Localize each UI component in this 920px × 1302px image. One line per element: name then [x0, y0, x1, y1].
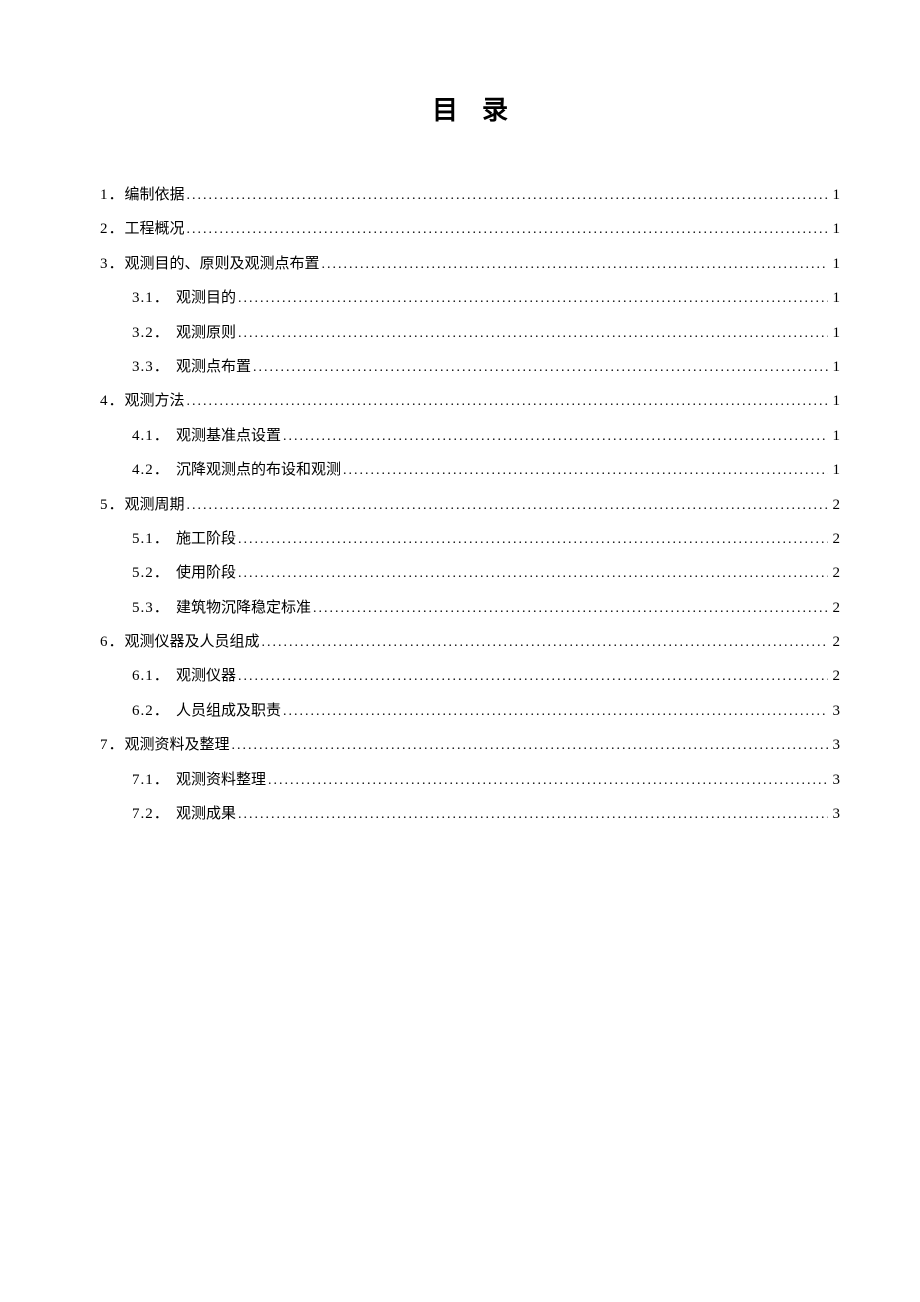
toc-row: 3． 观测目的、原则及观测点布置 1	[100, 252, 840, 276]
toc-row: 3.2． 观测原则 1	[100, 321, 840, 345]
toc-dots	[238, 527, 828, 551]
page-title: 目录	[100, 90, 840, 127]
toc-number: 7.1．	[132, 768, 176, 792]
toc-number: 5.1．	[132, 527, 176, 551]
toc-label: 观测目的	[176, 286, 236, 310]
toc-dots	[238, 664, 828, 688]
toc-page: 2	[830, 561, 840, 585]
toc-row: 5.2． 使用阶段 2	[100, 561, 840, 585]
toc-page: 2	[830, 664, 840, 688]
toc-row: 5.3． 建筑物沉降稳定标准 2	[100, 596, 840, 620]
toc-dots	[187, 183, 828, 207]
toc-label: 建筑物沉降稳定标准	[176, 596, 311, 620]
toc-page: 1	[830, 424, 840, 448]
toc-dots	[253, 355, 828, 379]
table-of-contents: 1． 编制依据 1 2． 工程概况 1 3． 观测目的、原则及观测点布置 1 3…	[100, 183, 840, 826]
toc-number: 3.3．	[132, 355, 176, 379]
toc-row: 4． 观测方法 1	[100, 389, 840, 413]
toc-number: 7．	[100, 733, 125, 757]
toc-label: 使用阶段	[176, 561, 236, 585]
toc-label: 观测目的、原则及观测点布置	[125, 252, 320, 276]
toc-dots	[187, 493, 828, 517]
toc-label: 施工阶段	[176, 527, 236, 551]
toc-page: 3	[830, 768, 840, 792]
toc-label: 观测资料整理	[176, 768, 266, 792]
toc-label: 工程概况	[125, 217, 185, 241]
toc-dots	[283, 424, 828, 448]
toc-row: 5． 观测周期 2	[100, 493, 840, 517]
toc-dots	[238, 286, 828, 310]
toc-label: 观测资料及整理	[125, 733, 230, 757]
toc-dots	[187, 389, 828, 413]
toc-label: 人员组成及职责	[176, 699, 281, 723]
toc-dots	[322, 252, 828, 276]
toc-label: 观测点布置	[176, 355, 251, 379]
toc-row: 5.1． 施工阶段 2	[100, 527, 840, 551]
toc-label: 编制依据	[125, 183, 185, 207]
toc-label: 观测方法	[125, 389, 185, 413]
toc-number: 4．	[100, 389, 125, 413]
toc-row: 6． 观测仪器及人员组成 2	[100, 630, 840, 654]
toc-dots	[238, 561, 828, 585]
toc-dots	[232, 733, 828, 757]
toc-number: 5.3．	[132, 596, 176, 620]
toc-row: 7.2． 观测成果 3	[100, 802, 840, 826]
toc-page: 1	[830, 389, 840, 413]
toc-number: 5.2．	[132, 561, 176, 585]
toc-number: 6.2．	[132, 699, 176, 723]
toc-label: 观测仪器及人员组成	[125, 630, 260, 654]
toc-page: 1	[830, 217, 840, 241]
toc-page: 2	[830, 596, 840, 620]
toc-page: 2	[830, 630, 840, 654]
toc-row: 1． 编制依据 1	[100, 183, 840, 207]
toc-dots	[313, 596, 828, 620]
toc-page: 1	[830, 252, 840, 276]
toc-page: 3	[830, 699, 840, 723]
toc-row: 6.1． 观测仪器 2	[100, 664, 840, 688]
toc-row: 3.3． 观测点布置 1	[100, 355, 840, 379]
toc-row: 3.1． 观测目的 1	[100, 286, 840, 310]
toc-page: 1	[830, 321, 840, 345]
toc-page: 3	[830, 733, 840, 757]
toc-row: 4.2． 沉降观测点的布设和观测 1	[100, 458, 840, 482]
toc-dots	[262, 630, 828, 654]
toc-dots	[187, 217, 828, 241]
toc-label: 观测基准点设置	[176, 424, 281, 448]
toc-page: 1	[830, 183, 840, 207]
toc-label: 沉降观测点的布设和观测	[176, 458, 341, 482]
toc-label: 观测成果	[176, 802, 236, 826]
toc-number: 4.1．	[132, 424, 176, 448]
toc-row: 7.1． 观测资料整理 3	[100, 768, 840, 792]
toc-row: 6.2． 人员组成及职责 3	[100, 699, 840, 723]
toc-label: 观测原则	[176, 321, 236, 345]
toc-dots	[268, 768, 828, 792]
toc-number: 3.1．	[132, 286, 176, 310]
toc-row: 2． 工程概况 1	[100, 217, 840, 241]
toc-label: 观测周期	[125, 493, 185, 517]
toc-number: 4.2．	[132, 458, 176, 482]
toc-number: 1．	[100, 183, 125, 207]
toc-page: 2	[830, 493, 840, 517]
toc-number: 3．	[100, 252, 125, 276]
toc-number: 6.1．	[132, 664, 176, 688]
toc-page: 1	[830, 286, 840, 310]
toc-number: 5．	[100, 493, 125, 517]
toc-dots	[283, 699, 828, 723]
toc-number: 7.2．	[132, 802, 176, 826]
toc-number: 3.2．	[132, 321, 176, 345]
toc-page: 3	[830, 802, 840, 826]
toc-dots	[238, 802, 828, 826]
toc-page: 1	[830, 355, 840, 379]
toc-row: 4.1． 观测基准点设置 1	[100, 424, 840, 448]
toc-row: 7． 观测资料及整理 3	[100, 733, 840, 757]
toc-page: 1	[830, 458, 840, 482]
toc-number: 6．	[100, 630, 125, 654]
toc-number: 2．	[100, 217, 125, 241]
toc-dots	[343, 458, 828, 482]
toc-label: 观测仪器	[176, 664, 236, 688]
toc-page: 2	[830, 527, 840, 551]
toc-dots	[238, 321, 828, 345]
